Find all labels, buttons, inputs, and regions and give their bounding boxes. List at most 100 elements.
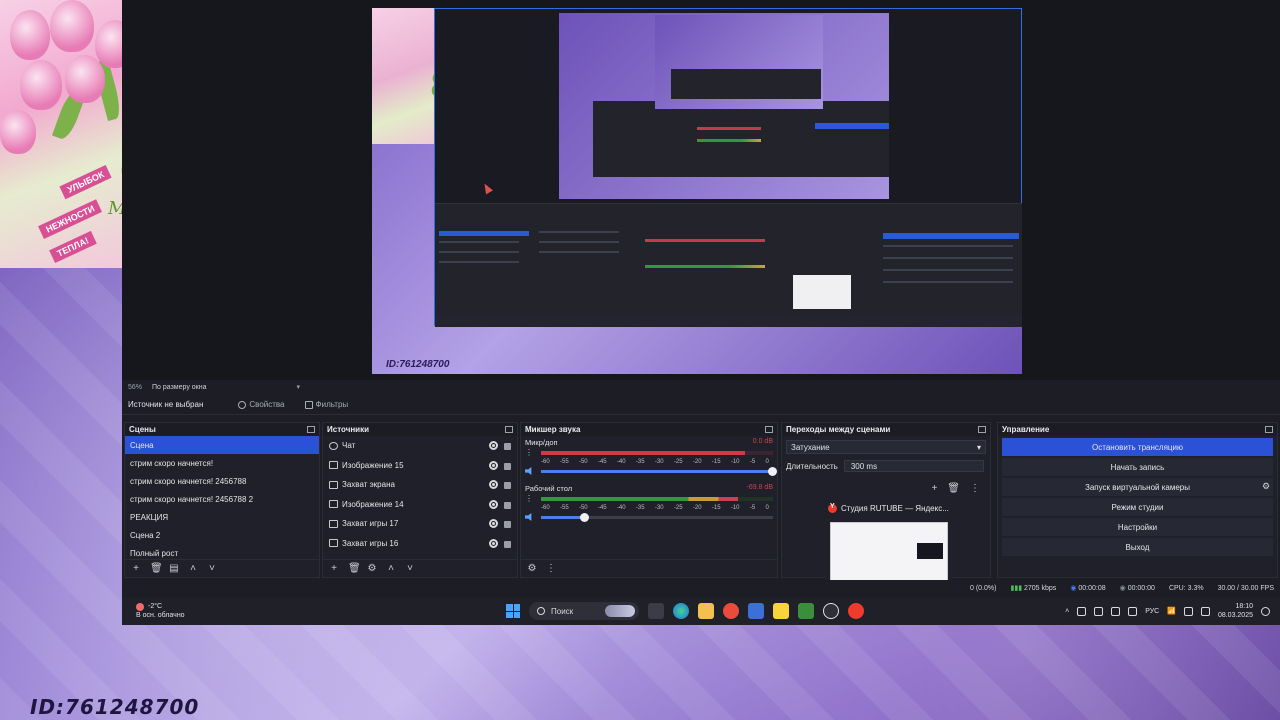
move-down-button[interactable]: ˅ (207, 563, 217, 574)
channel-options-icon[interactable]: ⋮ (525, 448, 533, 457)
filters-button[interactable]: Фильтры (300, 398, 354, 411)
lock-icon[interactable] (504, 540, 511, 548)
transition-select[interactable]: Затухание ▾ (786, 440, 986, 454)
eye-icon[interactable] (489, 499, 498, 509)
scene-item[interactable]: стрим скоро начнется! (125, 454, 319, 472)
zoom-row[interactable]: 56% По размеру окна ▾ (128, 381, 300, 393)
move-up-button[interactable]: ˄ (188, 563, 198, 574)
scene-item[interactable]: стрим скоро начнется! 2456788 2 (125, 490, 319, 508)
obs-icon[interactable] (823, 603, 839, 619)
scene-list[interactable]: Сцена стрим скоро начнется! стрим скоро … (125, 436, 319, 560)
add-scene-button[interactable]: + (131, 563, 141, 574)
fps-readout: 30.00 / 30.00 FPS (1217, 584, 1274, 592)
source-item[interactable]: Захват игры 17 (323, 514, 517, 534)
source-item[interactable]: Чат (323, 436, 517, 456)
scene-item[interactable]: стрим скоро начнется! 2456788 (125, 472, 319, 490)
eye-icon[interactable] (489, 538, 498, 548)
preview-area[interactable]: 8 (122, 0, 1280, 380)
taskbar-search[interactable]: Поиск (529, 602, 639, 620)
stop-stream-button[interactable]: Остановить трансляцию (1002, 438, 1273, 456)
chevron-down-icon[interactable]: ▾ (296, 383, 300, 391)
start-recording-button[interactable]: Начать запись (1002, 458, 1273, 476)
gear-icon[interactable]: ⚙ (367, 563, 377, 574)
store-icon[interactable] (748, 603, 764, 619)
eye-icon[interactable] (489, 460, 498, 470)
speaker-icon[interactable] (525, 467, 532, 475)
volume-slider-thumb[interactable] (768, 466, 777, 476)
add-source-button[interactable]: + (329, 563, 339, 574)
dock-float-icon[interactable] (505, 426, 513, 433)
popup-title: Студия RUTUBE — Яндекс... (841, 504, 949, 513)
source-list[interactable]: Чат Изображение 15 Захват экрана Изображ… (323, 436, 517, 553)
duration-row: Длительность 300 ms (786, 460, 986, 472)
pinned-game-icon[interactable] (798, 603, 814, 619)
move-down-button[interactable]: ˅ (405, 563, 415, 574)
language-indicator[interactable]: РУС (1145, 608, 1159, 615)
weather-widget[interactable]: -2°C В осн. облачно (136, 602, 185, 620)
lock-icon[interactable] (504, 482, 511, 490)
exit-button[interactable]: Выход (1002, 538, 1273, 556)
windows-start-icon[interactable] (506, 604, 520, 618)
duration-input[interactable]: 300 ms (843, 460, 984, 472)
yandex-icon[interactable] (848, 603, 864, 619)
settings-button[interactable]: Настройки (1002, 518, 1273, 536)
file-explorer-icon[interactable] (698, 603, 714, 619)
scene-item[interactable]: РЕАКЦИЯ (125, 508, 319, 526)
source-item[interactable]: Изображение 15 (323, 456, 517, 476)
taskbar-preview-popup[interactable]: Студия RUTUBE — Яндекс... (826, 500, 952, 588)
speaker-icon[interactable] (1183, 606, 1193, 616)
pinned-app-icon[interactable] (773, 603, 789, 619)
dock-float-icon[interactable] (765, 426, 773, 433)
dock-float-icon[interactable] (1265, 426, 1273, 433)
volume-slider[interactable] (541, 466, 777, 476)
notification-icon[interactable] (1261, 606, 1270, 616)
eye-icon[interactable] (489, 480, 498, 490)
move-up-button[interactable]: ˄ (386, 563, 396, 574)
properties-button[interactable]: Свойства (233, 398, 289, 411)
channel-options-icon[interactable]: ⋮ (525, 494, 533, 503)
clock[interactable]: 18:10 08.03.2025 (1218, 602, 1253, 620)
advanced-audio-icon[interactable]: ⚙ (527, 563, 537, 574)
trash-icon[interactable]: 🗑 (947, 483, 960, 494)
chevron-up-icon[interactable]: ˄ (1065, 608, 1069, 615)
edge-icon[interactable] (673, 603, 689, 619)
lock-icon[interactable] (504, 443, 511, 451)
more-options-icon[interactable]: ⋮ (970, 483, 980, 494)
keyboard-icon[interactable] (1111, 606, 1121, 616)
zoom-mode-dropdown[interactable]: По размеру окна (152, 384, 206, 391)
task-view-icon[interactable] (648, 603, 664, 619)
scene-filter-icon[interactable]: ▤ (169, 563, 179, 574)
eye-icon[interactable] (489, 441, 498, 451)
monitor-icon[interactable] (1128, 606, 1138, 616)
volume-slider[interactable] (541, 512, 773, 522)
trash-icon[interactable]: 🗑 (150, 563, 163, 574)
trash-icon[interactable]: 🗑 (348, 563, 361, 574)
more-options-icon[interactable]: ⋮ (546, 563, 556, 574)
preview-canvas[interactable]: 8 (372, 8, 1022, 374)
source-item[interactable]: Изображение 14 (323, 495, 517, 515)
battery-icon[interactable] (1200, 606, 1210, 616)
source-item[interactable]: Захват экрана (323, 475, 517, 495)
yandex-browser-icon[interactable] (723, 603, 739, 619)
volume-slider-thumb[interactable] (580, 512, 590, 522)
studio-mode-button[interactable]: Режим студии (1002, 498, 1273, 516)
virtual-camera-button[interactable]: Запуск виртуальной камеры ⚙ (1002, 478, 1273, 496)
gear-icon[interactable]: ⚙ (1257, 481, 1275, 492)
dock-float-icon[interactable] (307, 426, 315, 433)
popup-thumbnail[interactable] (830, 522, 948, 584)
scene-item[interactable]: Сцена 2 (125, 526, 319, 544)
dock-float-icon[interactable] (978, 426, 986, 433)
scene-item[interactable]: Полный рост (125, 544, 319, 560)
lock-icon[interactable] (504, 462, 511, 470)
source-item[interactable]: Захват игры 16 (323, 534, 517, 554)
gear-icon (238, 400, 247, 409)
microphone-icon[interactable] (1077, 606, 1087, 616)
wifi-icon[interactable]: 📶 (1167, 607, 1176, 615)
lock-icon[interactable] (504, 521, 511, 529)
speaker-icon[interactable] (525, 513, 532, 521)
scene-item[interactable]: Сцена (125, 436, 319, 454)
lock-icon[interactable] (504, 501, 511, 509)
add-transition-button[interactable]: + (931, 483, 937, 494)
printer-icon[interactable] (1094, 606, 1104, 616)
eye-icon[interactable] (489, 519, 498, 529)
